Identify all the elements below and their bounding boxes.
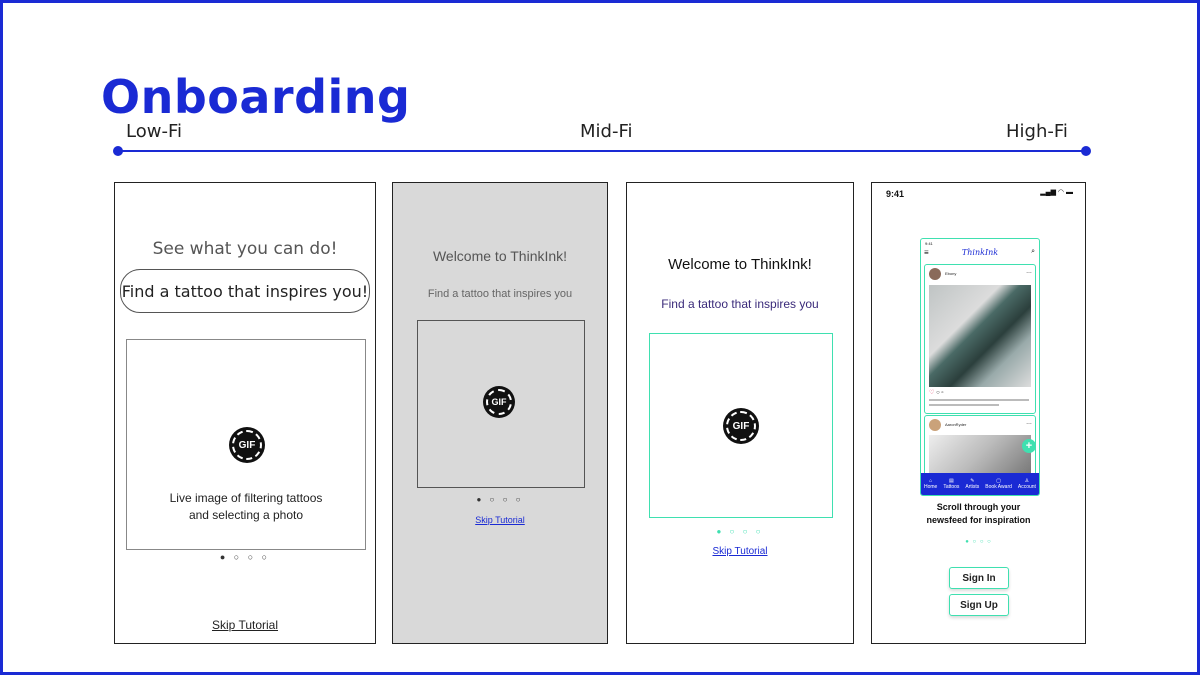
gif-icon: GIF xyxy=(230,428,264,462)
comment-icon[interactable]: ○ xyxy=(936,390,940,396)
highfi-pagination: ● ○ ○ ○ xyxy=(965,539,992,545)
post-card[interactable]: Ebony … ♡ ○ ▫ xyxy=(924,264,1036,414)
lowfi-image-placeholder: GIF Live image of filtering tattoos and … xyxy=(126,339,366,550)
sign-in-button[interactable]: Sign In xyxy=(949,567,1009,589)
heart-icon[interactable]: ♡ xyxy=(929,390,934,396)
more-icon[interactable]: … xyxy=(1026,269,1032,275)
avatar xyxy=(929,268,941,280)
lowfi-caption: Live image of filtering tattoos and sele… xyxy=(127,490,365,524)
timeline-label-mid: Mid-Fi xyxy=(580,121,633,142)
sign-up-button[interactable]: Sign Up xyxy=(949,594,1009,616)
post-card[interactable]: AaronRyder … xyxy=(924,415,1036,477)
nav-item-account[interactable]: ♙ Account xyxy=(1018,478,1036,490)
post-username: Ebony xyxy=(945,271,957,276)
post-image xyxy=(929,285,1031,387)
lowfi-skip-link[interactable]: Skip Tutorial xyxy=(115,618,375,632)
nav-label: Tattoos xyxy=(943,484,960,490)
add-icon[interactable]: + xyxy=(1022,439,1036,453)
nav-item-tattoos[interactable]: ▤ Tattoos xyxy=(943,478,959,490)
highfi-caption: Scroll through your newsfeed for inspira… xyxy=(872,501,1085,527)
nav-label: Home xyxy=(923,484,938,490)
inner-status-time: 9:41 xyxy=(925,241,933,246)
midfi-white-subheading: Find a tattoo that inspires you xyxy=(661,297,819,311)
status-time: 9:41 xyxy=(886,189,905,199)
nav-item-artists[interactable]: ✎ Artists xyxy=(965,478,979,490)
midfi-grey-subheading: Find a tattoo that inspires you xyxy=(427,288,573,300)
midfi-grey-wireframe: Welcome to ThinkInk! Find a tattoo that … xyxy=(392,182,608,644)
gif-icon: GIF xyxy=(724,409,758,443)
share-icon[interactable]: ▫ xyxy=(941,390,943,396)
post-caption-placeholder xyxy=(929,399,1029,401)
nav-label: Account xyxy=(1017,484,1036,490)
nav-item-home[interactable]: ⌂ Home xyxy=(924,478,937,490)
midfi-white-wireframe: Welcome to ThinkInk! Find a tattoo that … xyxy=(626,182,854,644)
nav-label: Artists xyxy=(965,484,980,490)
bottom-nav: ⌂ Home ▤ Tattoos ✎ Artists ▢ Book Award ♙ Acc… xyxy=(921,473,1039,495)
lowfi-wireframe: See what you can do! Find a tattoo that … xyxy=(114,182,376,644)
highfi-screen: 9:41 ▂▄▆ ◠ ▬ 9:41 ≡ ThinkInk ⌕ Ebony … ♡… xyxy=(871,182,1086,644)
lowfi-pill-button[interactable]: Find a tattoo that inspires you! xyxy=(120,269,370,313)
nav-item-book-award[interactable]: ▢ Book Award xyxy=(985,478,1012,490)
timeline-end-dot xyxy=(1081,146,1091,156)
avatar xyxy=(929,419,941,431)
timeline-line xyxy=(118,150,1086,152)
lowfi-caption-line2: and selecting a photo xyxy=(188,508,304,522)
timeline-start-dot xyxy=(113,146,123,156)
midfi-white-skip-link[interactable]: Skip Tutorial xyxy=(627,546,853,557)
highfi-caption-line2: newsfeed for inspiration xyxy=(926,515,1031,525)
lowfi-pagination: ● ○ ○ ○ xyxy=(219,552,271,562)
midfi-grey-image-placeholder: GIF xyxy=(417,320,585,488)
app-logo: ThinkInk xyxy=(961,248,999,257)
gif-icon: GIF xyxy=(484,387,514,417)
midfi-grey-pagination: ● ○ ○ ○ xyxy=(476,495,524,504)
timeline-label-high: High-Fi xyxy=(1006,121,1068,142)
midfi-white-pagination: ● ○ ○ ○ xyxy=(716,527,764,536)
status-icons: ▂▄▆ ◠ ▬ xyxy=(1040,189,1073,196)
search-icon[interactable]: ⌕ xyxy=(1031,248,1035,256)
midfi-white-image-placeholder: GIF xyxy=(649,333,833,518)
highfi-caption-line1: Scroll through your xyxy=(936,502,1021,512)
midfi-grey-heading: Welcome to ThinkInk! xyxy=(432,248,568,264)
timeline-label-low: Low-Fi xyxy=(126,121,182,142)
slide-title: Onboarding xyxy=(101,70,411,124)
phone-mockup: 9:41 ≡ ThinkInk ⌕ Ebony … ♡ ○ ▫ AaronRyd… xyxy=(920,238,1040,496)
post-caption-placeholder xyxy=(929,404,999,406)
lowfi-heading: See what you can do! xyxy=(152,239,338,259)
midfi-white-heading: Welcome to ThinkInk! xyxy=(668,256,812,273)
lowfi-caption-line1: Live image of filtering tattoos xyxy=(169,491,323,505)
midfi-grey-skip-link[interactable]: Skip Tutorial xyxy=(393,515,607,525)
more-icon[interactable]: … xyxy=(1026,420,1032,426)
post-actions: ♡ ○ ▫ xyxy=(929,389,944,396)
post-username: AaronRyder xyxy=(945,422,967,427)
nav-label: Book Award xyxy=(985,484,1012,490)
post-image xyxy=(929,435,1031,475)
